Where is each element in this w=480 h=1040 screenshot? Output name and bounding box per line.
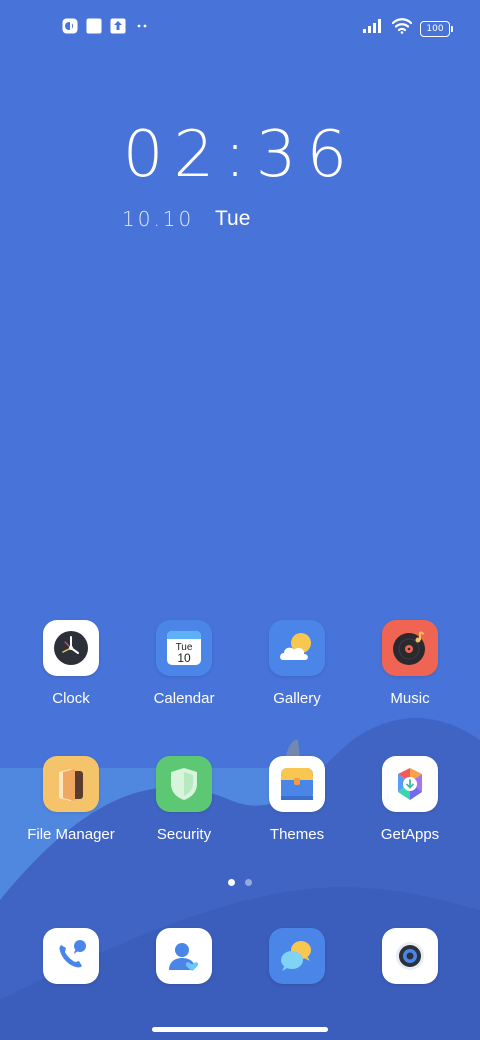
folder-icon — [43, 756, 99, 812]
app-label: Gallery — [273, 690, 321, 707]
gallery-weather-icon — [269, 620, 325, 676]
app-label: GetApps — [380, 826, 440, 843]
notification-app-icon — [62, 18, 78, 34]
app-label: Clock — [52, 690, 90, 707]
app-getapps[interactable]: GetApps — [354, 756, 466, 843]
app-label: Music — [390, 690, 430, 707]
app-clock[interactable]: Clock — [15, 620, 127, 707]
home-gesture-bar[interactable] — [152, 1027, 328, 1032]
app-gallery[interactable]: Gallery — [241, 620, 353, 707]
system-icons: 100 — [362, 18, 453, 39]
app-label: Calendar — [153, 690, 215, 707]
app-label: Security — [156, 826, 212, 843]
clock-icon — [43, 620, 99, 676]
app-themes[interactable]: Themes — [241, 756, 353, 843]
page-indicator — [0, 879, 480, 886]
themes-box-icon — [269, 756, 325, 812]
getapps-icon — [382, 756, 438, 812]
app-security[interactable]: Security — [128, 756, 240, 843]
app-calendar[interactable]: Tue 10 Calendar — [128, 620, 240, 707]
calendar-icon: Tue 10 — [156, 620, 212, 676]
dock-phone[interactable] — [15, 928, 127, 984]
clock-weekday: Tue — [215, 207, 251, 230]
more-dots-icon — [134, 18, 150, 34]
wifi-icon — [391, 18, 413, 39]
dock-contacts[interactable] — [128, 928, 240, 984]
messages-icon — [269, 928, 325, 984]
page-dot-active[interactable] — [228, 879, 235, 886]
square-notification-icon — [86, 18, 102, 34]
music-record-icon — [382, 620, 438, 676]
upload-icon — [110, 18, 126, 34]
calendar-icon-date: 10 — [177, 651, 191, 665]
dock-camera[interactable] — [354, 928, 466, 984]
page-dot[interactable] — [245, 879, 252, 886]
app-music[interactable]: Music — [354, 620, 466, 707]
notification-icons — [62, 18, 150, 34]
battery-indicator: 100 — [420, 20, 453, 37]
app-label: Themes — [269, 826, 325, 843]
clock-time[interactable]: 02:36 — [0, 118, 480, 192]
app-file-manager[interactable]: File Manager — [15, 756, 127, 843]
clock-date: 10.10 — [122, 207, 195, 231]
shield-icon — [156, 756, 212, 812]
dock-messages[interactable] — [241, 928, 353, 984]
camera-icon — [382, 928, 438, 984]
status-bar: 100 — [0, 0, 480, 56]
app-label: File Manager — [27, 826, 115, 843]
phone-icon — [43, 928, 99, 984]
contacts-icon — [156, 928, 212, 984]
cellular-signal-icon — [362, 18, 384, 39]
